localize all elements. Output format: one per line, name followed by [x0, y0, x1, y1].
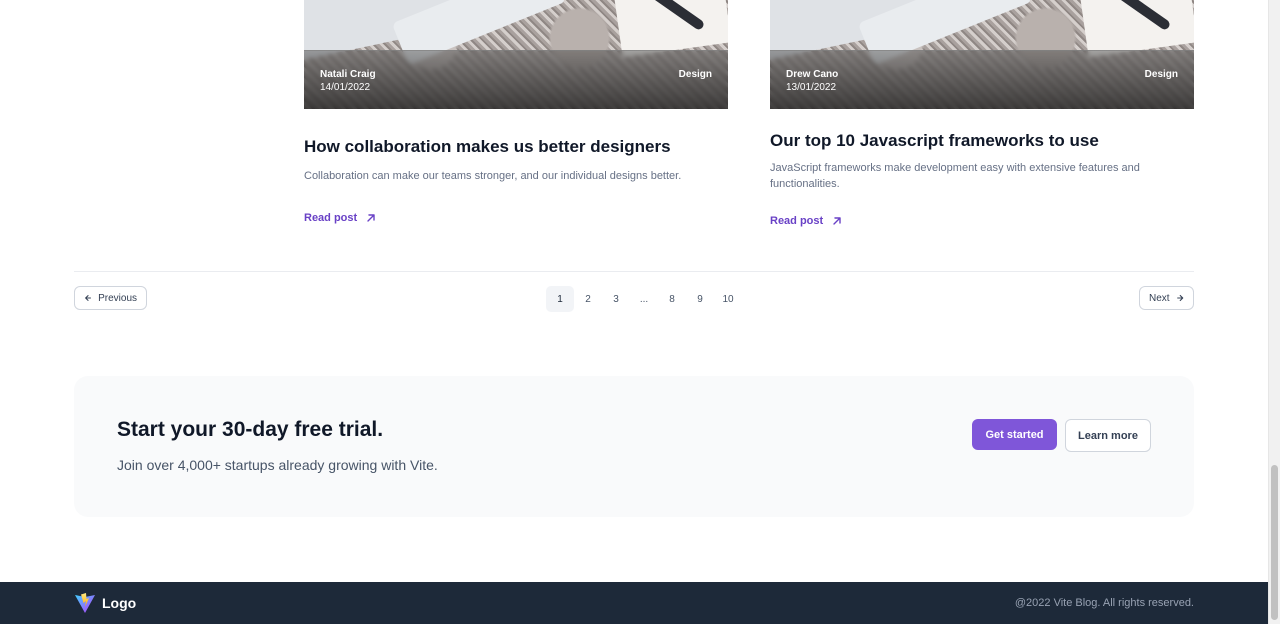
cta-title: Start your 30-day free trial. — [117, 418, 384, 441]
page-number[interactable]: 3 — [602, 286, 630, 312]
card-category: Design — [678, 69, 712, 80]
footer: Logo @2022 Vite Blog. All rights reserve… — [0, 582, 1269, 624]
card-date: 14/01/2022 — [320, 82, 371, 93]
previous-label: Previous — [98, 292, 137, 304]
page-number[interactable]: 10 — [714, 286, 742, 312]
read-post-label: Read post — [770, 215, 824, 227]
copyright-text: @2022 Vite Blog. All rights reserved. — [1014, 597, 1194, 609]
cta-subtitle: Join over 4,000+ startups already growin… — [117, 457, 438, 473]
footer-logo[interactable]: Logo — [74, 592, 136, 614]
read-post-link[interactable]: Read post — [304, 212, 377, 224]
page-number[interactable]: 2 — [574, 286, 602, 312]
next-label: Next — [1149, 292, 1170, 304]
page-scrollbar[interactable] — [1268, 0, 1280, 624]
page-number[interactable]: 9 — [686, 286, 714, 312]
logo-text: Logo — [102, 595, 137, 611]
previous-button[interactable]: Previous — [74, 286, 147, 310]
trial-cta-section: Start your 30-day free trial. Join over … — [74, 376, 1194, 517]
card-category: Design — [1144, 69, 1178, 80]
card-author: Natali Craig — [320, 69, 376, 80]
card-title[interactable]: Our top 10 Javascript frameworks to use — [770, 131, 1099, 151]
pagination-divider — [74, 271, 1194, 272]
card-excerpt: Collaboration can make our teams stronge… — [304, 170, 682, 182]
arrow-up-right-icon — [367, 214, 375, 222]
card-image[interactable]: Drew Cano 13/01/2022 Design — [770, 0, 1194, 109]
read-post-label: Read post — [304, 212, 358, 224]
page: Natali Craig 14/01/2022 Design How colla… — [0, 0, 1269, 624]
card-image-overlay: Drew Cano 13/01/2022 Design — [770, 50, 1194, 109]
card-title[interactable]: How collaboration makes us better design… — [304, 137, 671, 157]
card-excerpt: JavaScript frameworks make development e… — [770, 162, 1140, 190]
page-number[interactable]: 1 — [546, 286, 574, 312]
card-image[interactable]: Natali Craig 14/01/2022 Design — [304, 0, 728, 109]
page-numbers: 1 2 3 ... 8 9 10 — [546, 286, 742, 312]
scrollbar-thumb[interactable] — [1271, 465, 1278, 620]
get-started-button[interactable]: Get started — [972, 419, 1057, 450]
arrow-left-icon — [85, 295, 92, 301]
page-number[interactable]: 8 — [658, 286, 686, 312]
learn-more-button[interactable]: Learn more — [1065, 419, 1151, 452]
arrow-up-right-icon — [833, 217, 841, 225]
next-button[interactable]: Next — [1139, 286, 1194, 310]
card-date: 13/01/2022 — [786, 82, 837, 93]
page-ellipsis: ... — [639, 293, 649, 305]
card-author: Drew Cano — [786, 69, 839, 80]
vite-logo-icon — [75, 593, 95, 613]
arrow-right-icon — [1176, 294, 1183, 302]
read-post-link[interactable]: Read post — [770, 215, 843, 227]
card-image-overlay: Natali Craig 14/01/2022 Design — [304, 50, 728, 109]
